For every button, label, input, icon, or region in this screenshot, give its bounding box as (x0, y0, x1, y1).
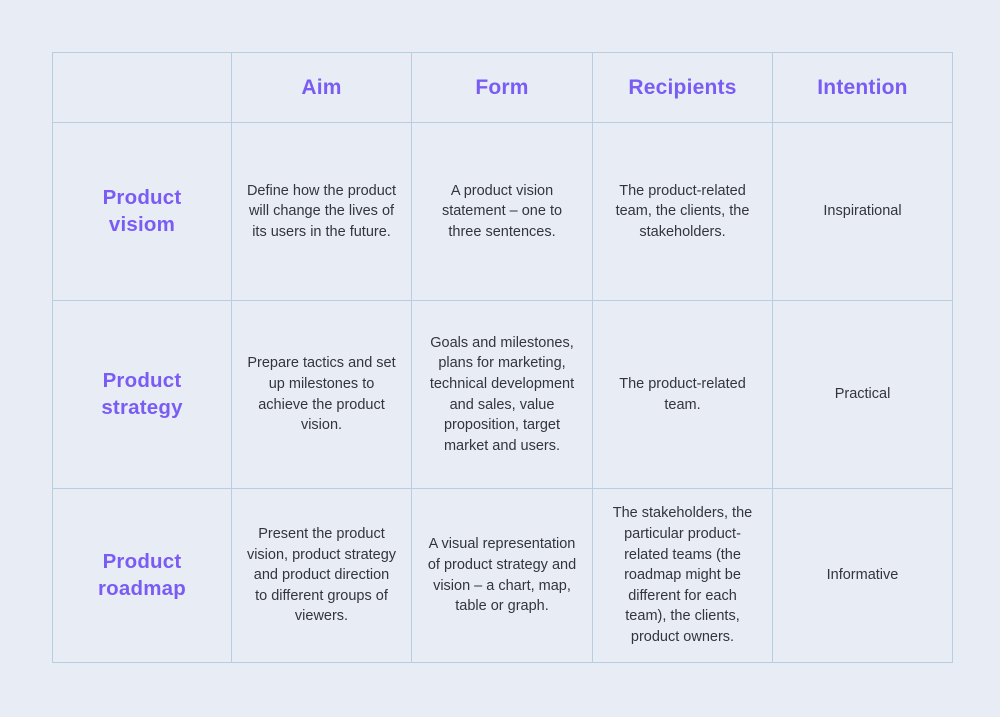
cell-strategy-form: Goals and milestones, plans for marketin… (411, 300, 593, 489)
row-label-product-roadmap: Product roadmap (52, 488, 232, 663)
cell-strategy-aim: Prepare tactics and set up milestones to… (231, 300, 412, 489)
column-header-recipients: Recipients (592, 52, 773, 123)
cell-vision-aim: Define how the product will change the l… (231, 122, 412, 301)
table-row: Product visiom Define how the product wi… (52, 122, 953, 301)
row-label-product-vision: Product visiom (52, 122, 232, 301)
cell-roadmap-aim: Present the product vision, product stra… (231, 488, 412, 663)
table-corner-cell (52, 52, 232, 123)
cell-strategy-intention: Practical (772, 300, 953, 489)
cell-vision-form: A product vision statement – one to thre… (411, 122, 593, 301)
product-artifacts-comparison-table: Aim Form Recipients Intention Product vi… (52, 52, 953, 663)
comparison-table-container: Aim Form Recipients Intention Product vi… (52, 52, 953, 663)
table-row: Product roadmap Present the product visi… (52, 488, 953, 663)
cell-roadmap-recipients: The stakeholders, the particular product… (592, 488, 773, 663)
cell-vision-intention: Inspirational (772, 122, 953, 301)
cell-roadmap-form: A visual representation of product strat… (411, 488, 593, 663)
table-header-row: Aim Form Recipients Intention (52, 52, 953, 123)
column-header-aim: Aim (231, 52, 412, 123)
column-header-intention: Intention (772, 52, 953, 123)
cell-roadmap-intention: Informative (772, 488, 953, 663)
row-label-product-strategy: Product strategy (52, 300, 232, 489)
table-row: Product strategy Prepare tactics and set… (52, 300, 953, 489)
cell-strategy-recipients: The product-related team. (592, 300, 773, 489)
page-canvas: Aim Form Recipients Intention Product vi… (0, 0, 1000, 717)
column-header-form: Form (411, 52, 593, 123)
cell-vision-recipients: The product-related team, the clients, t… (592, 122, 773, 301)
